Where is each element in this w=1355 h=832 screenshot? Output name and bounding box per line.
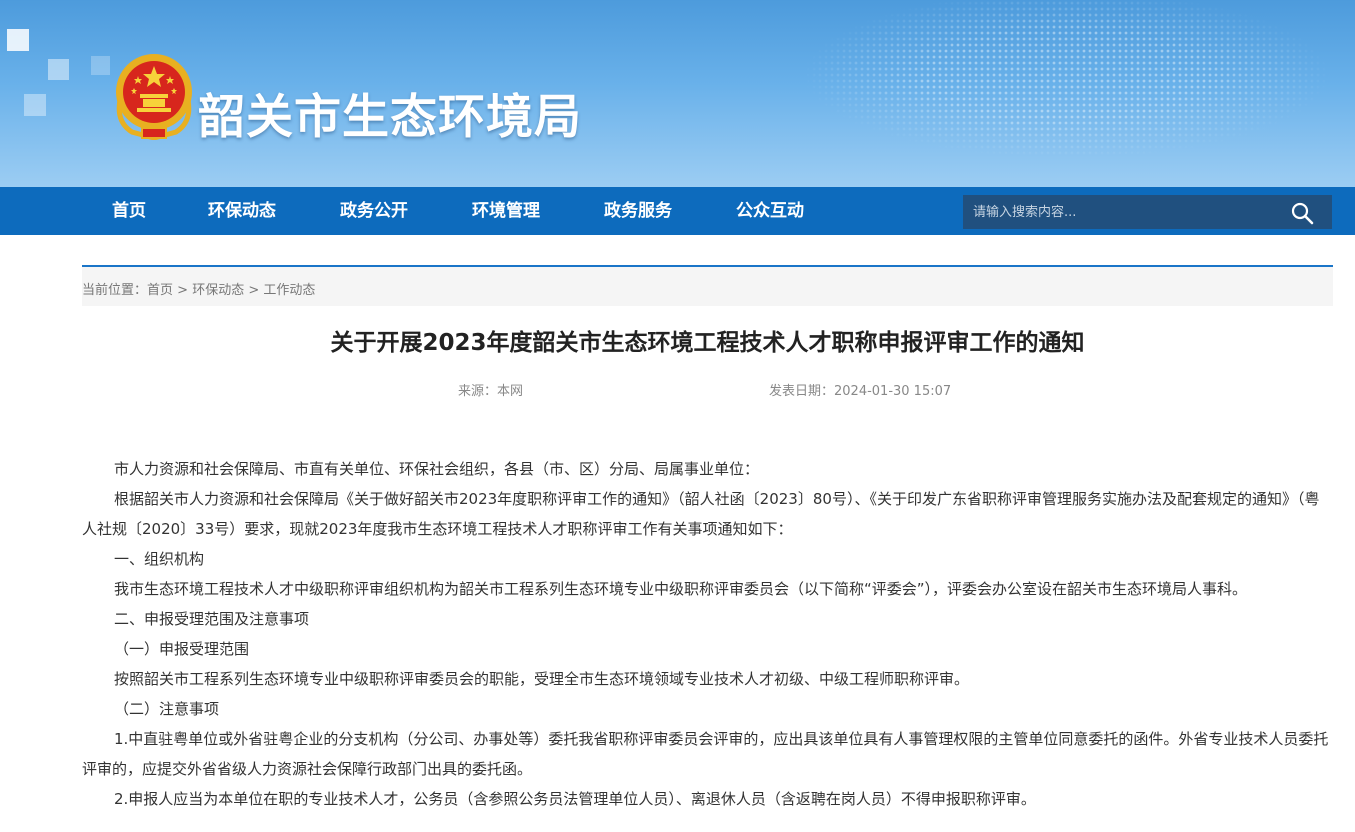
article-paragraph: 按照韶关市工程系列生态环境专业中级职称评审委员会的职能，受理全市生态环境领域专业… — [114, 670, 970, 688]
search-input[interactable] — [963, 195, 1283, 229]
decorative-square — [48, 59, 69, 80]
article-title: 关于开展2023年度韶关市生态环境工程技术人才职称申报评审工作的通知 — [330, 330, 1085, 356]
nav-item-public-interaction[interactable]: 公众互动 — [736, 187, 804, 235]
article-paragraph: （一）申报受理范围 — [114, 640, 250, 658]
decorative-square — [91, 56, 110, 75]
breadcrumb-item-work-news[interactable]: 工作动态 — [263, 283, 315, 298]
breadcrumb-item-home[interactable]: 首页 — [147, 283, 173, 298]
article-paragraph: 二、申报受理范围及注意事项 — [114, 610, 310, 628]
nav-item-env-management[interactable]: 环境管理 — [472, 187, 540, 235]
article-paragraph: 一、组织机构 — [114, 550, 205, 568]
site-title: 韶关市生态环境局 — [198, 90, 582, 145]
article-paragraph: 1.中直驻粤单位或外省驻粤企业的分支机构（分公司、办事处等）委托我省职称评审委员… — [82, 730, 1329, 778]
article-source: 来源：本网 — [458, 384, 524, 399]
nav-item-gov-services[interactable]: 政务服务 — [604, 187, 672, 235]
breadcrumb-separator: > — [248, 283, 260, 298]
breadcrumb-separator: > — [177, 283, 189, 298]
breadcrumb: 当前位置：首页 > 环保动态 > 工作动态 — [82, 265, 1333, 306]
breadcrumb-prefix: 当前位置： — [82, 283, 148, 298]
header-banner: 韶关市生态环境局 — [0, 0, 1355, 187]
breadcrumb-item-env-news[interactable]: 环保动态 — [192, 283, 244, 298]
nav-item-env-news[interactable]: 环保动态 — [208, 187, 276, 235]
decorative-square — [7, 29, 29, 51]
article-paragraph: 根据韶关市人力资源和社会保障局《关于做好韶关市2023年度职称评审工作的通知》（… — [82, 490, 1320, 538]
article-date: 发表日期：2024-01-30 15:07 — [769, 384, 952, 399]
world-map-pattern — [715, 0, 1355, 187]
search-box — [963, 195, 1332, 229]
decorative-square — [24, 94, 46, 116]
article-paragraph: 2.申报人应当为本单位在职的专业技术人才，公务员（含参照公务员法管理单位人员）、… — [114, 790, 1036, 808]
article-paragraph: 我市生态环境工程技术人才中级职称评审组织机构为韶关市工程系列生态环境专业中级职称… — [114, 580, 1248, 598]
national-emblem-icon[interactable] — [112, 52, 196, 141]
article-body: 市人力资源和社会保障局、市直有关单位、环保社会组织，各县（市、区）分局、局属事业… — [82, 454, 1333, 814]
article-paragraph: （二）注意事项 — [114, 700, 220, 718]
article-paragraph: 市人力资源和社会保障局、市直有关单位、环保社会组织，各县（市、区）分局、局属事业… — [114, 460, 760, 478]
search-icon[interactable] — [1289, 200, 1315, 226]
main-nav: 首页 环保动态 政务公开 环境管理 政务服务 公众互动 — [0, 187, 1355, 235]
nav-item-gov-affairs-open[interactable]: 政务公开 — [340, 187, 408, 235]
nav-item-home[interactable]: 首页 — [112, 187, 146, 235]
